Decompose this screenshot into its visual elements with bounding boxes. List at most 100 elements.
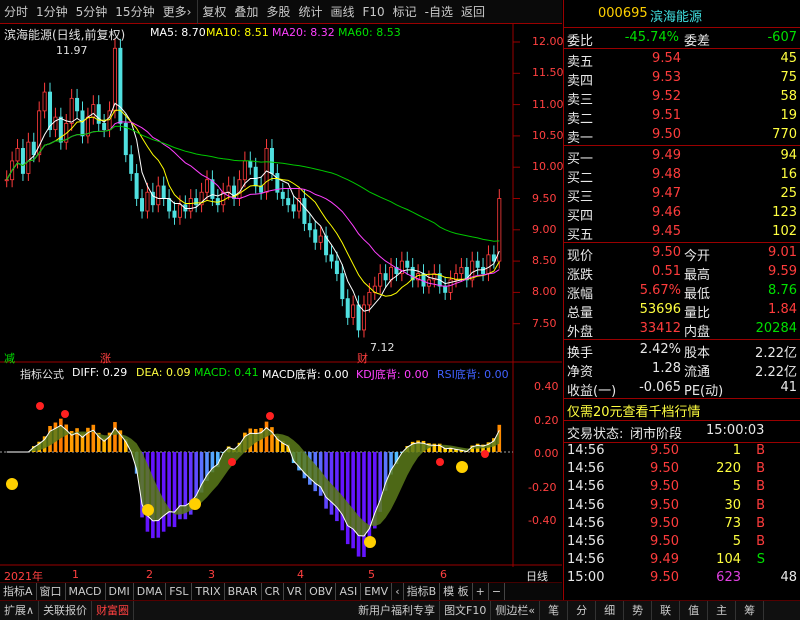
ma-label-0: MA5: 8.70 bbox=[150, 26, 206, 39]
indicator-tab-10[interactable]: OBV bbox=[306, 583, 337, 600]
candle-body bbox=[481, 266, 486, 275]
bid-vol: 16 bbox=[780, 167, 797, 182]
candle-body bbox=[318, 235, 323, 243]
status-item-6[interactable]: 笔 bbox=[540, 601, 569, 620]
quote-cell: -45.74% bbox=[624, 30, 679, 45]
quote-cell: 41 bbox=[780, 380, 797, 395]
candle-body bbox=[459, 266, 464, 275]
indicator-diff: DIFF: 0.29 bbox=[72, 366, 128, 379]
toolbar-item-6[interactable]: 叠加 bbox=[230, 0, 262, 24]
tick-time: 14:56 bbox=[567, 497, 605, 513]
quote-row: 买四 9.46 123 bbox=[564, 205, 800, 224]
candle-body bbox=[269, 148, 274, 174]
candle-body bbox=[118, 47, 123, 124]
quote-cell: 股本 bbox=[684, 346, 711, 361]
indicator-tab-17[interactable]: − bbox=[489, 583, 506, 600]
toolbar-item-8[interactable]: 统计 bbox=[294, 0, 326, 24]
tick-vol: 73 bbox=[724, 515, 741, 531]
bid-label: 买三 bbox=[567, 190, 594, 205]
status-item-1[interactable]: 关联报价 bbox=[39, 601, 93, 620]
signal-marker bbox=[6, 478, 18, 490]
candle-body bbox=[443, 285, 448, 293]
toolbar-item-12[interactable]: -自选 bbox=[421, 0, 457, 24]
tick-vol: 104 bbox=[716, 552, 741, 568]
quote-cell: 1.28 bbox=[652, 361, 681, 376]
status-item-13[interactable]: 筹 bbox=[736, 601, 765, 620]
toolbar-item-3[interactable]: 15分钟 bbox=[111, 0, 158, 24]
quote-row: 卖五 9.54 45 bbox=[564, 51, 800, 70]
quote-row: 14:56 9.50 5 B bbox=[564, 479, 800, 497]
candle-body bbox=[383, 273, 388, 281]
indicator-tab-9[interactable]: VR bbox=[284, 583, 307, 600]
quote-row: 14:56 9.50 30 B bbox=[564, 498, 800, 516]
indicator-tab-12[interactable]: EMV bbox=[361, 583, 393, 600]
status-item-3[interactable]: 新用户福利专享 bbox=[354, 601, 441, 620]
candle-body bbox=[226, 185, 231, 193]
indicator-tick: 0.00 bbox=[534, 447, 559, 460]
bid-label: 买四 bbox=[567, 209, 594, 224]
bid-label: 买一 bbox=[567, 152, 594, 167]
quote-cell: 净资 bbox=[567, 365, 594, 380]
candle-body bbox=[302, 198, 307, 224]
status-item-12[interactable]: 主 bbox=[708, 601, 737, 620]
indicator-tab-6[interactable]: TRIX bbox=[192, 583, 225, 600]
ask-label: 卖四 bbox=[567, 74, 594, 89]
status-item-0[interactable]: 扩展∧ bbox=[0, 601, 40, 620]
status-item-11[interactable]: 值 bbox=[680, 601, 709, 620]
status-item-4[interactable]: 图文F10 bbox=[440, 601, 492, 620]
toolbar-item-9[interactable]: 画线 bbox=[326, 0, 358, 24]
indicator-tab-15[interactable]: 模 板 bbox=[440, 583, 473, 600]
toolbar-item-7[interactable]: 多股 bbox=[262, 0, 294, 24]
tick-price: 9.50 bbox=[650, 570, 679, 586]
quote-row: 14:56 9.50 220 B bbox=[564, 461, 800, 479]
indicator-tab-7[interactable]: BRAR bbox=[225, 583, 262, 600]
price-tick: 11.00 bbox=[532, 97, 564, 111]
quote-row: 卖一 9.50 770 bbox=[564, 127, 800, 146]
tick-vol: 5 bbox=[732, 534, 741, 549]
indicator-tab-3[interactable]: DMI bbox=[106, 583, 134, 600]
toolbar-item-2[interactable]: 5分钟 bbox=[72, 0, 112, 24]
indicator-tab-1[interactable]: 窗口 bbox=[37, 583, 66, 600]
candle-body bbox=[4, 179, 9, 182]
toolbar-item-13[interactable]: 返回 bbox=[457, 0, 489, 24]
toolbar-item-5[interactable]: 复权 bbox=[197, 0, 230, 24]
status-item-10[interactable]: 联 bbox=[652, 601, 681, 620]
price-tick: 9.00 bbox=[532, 222, 557, 236]
indicator-tab-14[interactable]: 指标B bbox=[404, 583, 441, 600]
toolbar-item-10[interactable]: F10 bbox=[358, 0, 388, 24]
toolbar-item-1[interactable]: 1分钟 bbox=[32, 0, 72, 24]
status-item-7[interactable]: 分 bbox=[568, 601, 597, 620]
indicator-tab-4[interactable]: DMA bbox=[134, 583, 167, 600]
status-item-9[interactable]: 势 bbox=[624, 601, 653, 620]
candle-body bbox=[307, 223, 312, 231]
signal-marker bbox=[364, 536, 376, 548]
indicator-tab-11[interactable]: ASI bbox=[336, 583, 362, 600]
indicator-tab-13[interactable]: ‹ bbox=[392, 583, 404, 600]
indicator-tab-8[interactable]: CR bbox=[262, 583, 284, 600]
ask-price: 9.51 bbox=[652, 108, 681, 123]
quote-cell: 20284 bbox=[755, 321, 797, 336]
status-item-8[interactable]: 细 bbox=[596, 601, 625, 620]
indicator-tab-16[interactable]: + bbox=[473, 583, 489, 600]
quote-row: 收益(一) -0.065 PE(动) 41 bbox=[564, 380, 800, 399]
quote-cell: -607 bbox=[767, 30, 797, 45]
toolbar-item-4[interactable]: 更多› bbox=[159, 0, 196, 24]
ma-label-2: MA20: 8.32 bbox=[272, 26, 335, 39]
indicator-dea: DEA: 0.09 bbox=[136, 366, 191, 379]
kline-svg[interactable] bbox=[0, 24, 562, 567]
tick-price: 9.50 bbox=[650, 497, 679, 513]
indicator-tab-5[interactable]: FSL bbox=[166, 583, 193, 600]
chart-area[interactable]: 滨海能源(日线,前复权) MA5: 8.70 MA10: 8.51 MA20: 8.… bbox=[0, 24, 564, 583]
indicator-tab-2[interactable]: MACD bbox=[66, 583, 106, 600]
promo-link[interactable]: 仅需20元查看千档行情 bbox=[567, 401, 701, 420]
quote-row: 买三 9.47 25 bbox=[564, 186, 800, 205]
toolbar-item-0[interactable]: 分时 bbox=[0, 0, 32, 24]
status-item-2[interactable]: 财富圈 bbox=[92, 601, 135, 620]
indicator-tab-0[interactable]: 指标A bbox=[0, 583, 37, 600]
candle-body bbox=[53, 116, 58, 131]
macd-bar bbox=[351, 452, 355, 549]
divider bbox=[564, 27, 800, 28]
status-item-5[interactable]: 侧边栏« bbox=[491, 601, 541, 620]
toolbar-item-11[interactable]: 标记 bbox=[389, 0, 421, 24]
macd-bar bbox=[356, 452, 361, 557]
